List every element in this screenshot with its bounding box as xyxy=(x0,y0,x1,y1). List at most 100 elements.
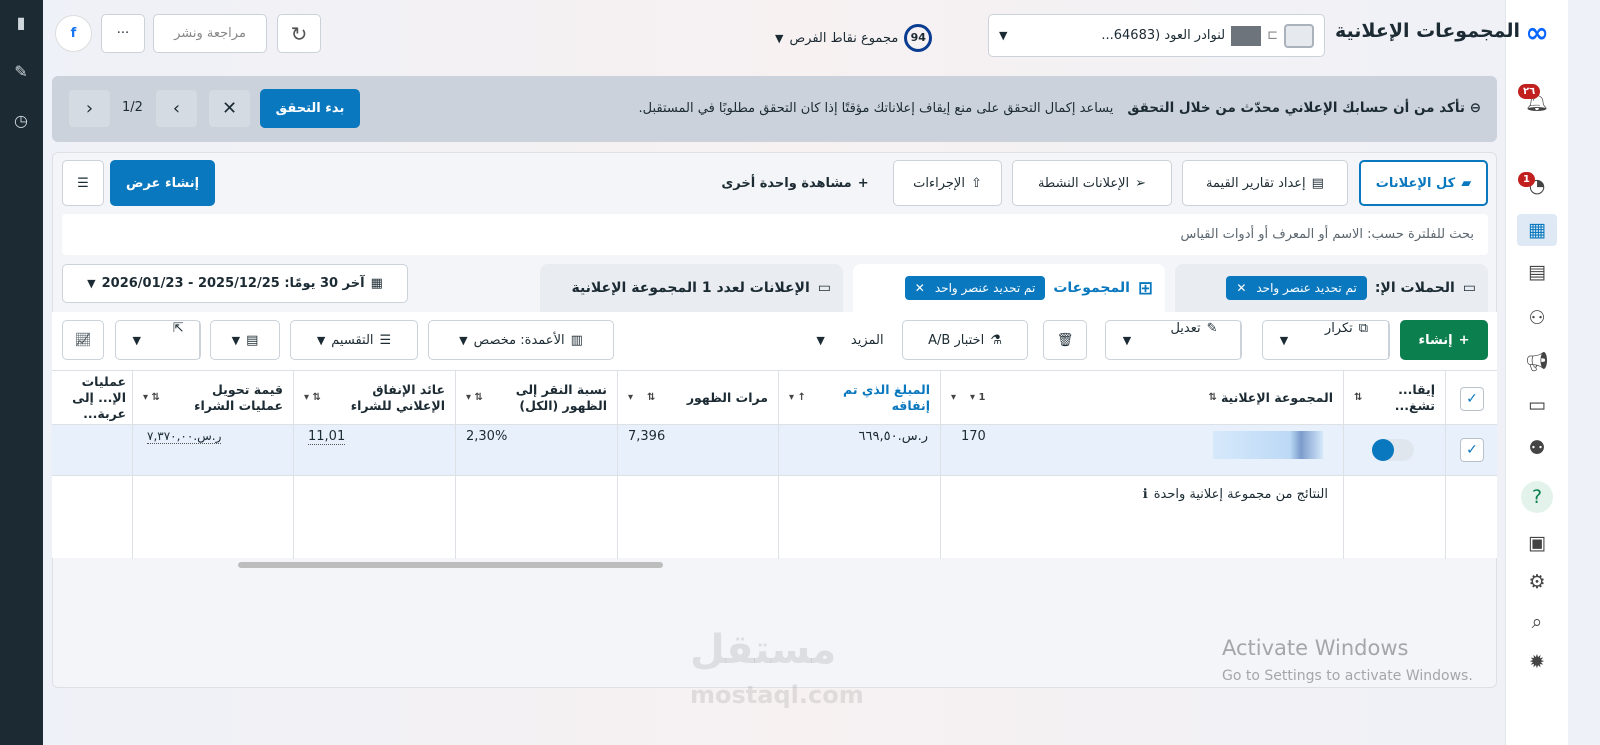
columns-button[interactable]: ▥ الأعمدة: مخصص ▼ xyxy=(428,320,614,360)
activate-windows-title: Activate Windows xyxy=(1222,636,1409,660)
close-icon[interactable]: ✕ xyxy=(915,281,925,295)
plus-icon: + xyxy=(857,175,869,191)
send-icon: ➢ xyxy=(1135,175,1147,191)
reports-button[interactable]: ▤ ▼ xyxy=(210,320,280,360)
header-label: المجموعة الإعلانية xyxy=(1220,389,1333,405)
edit-button[interactable]: ✎ تعديل ▼ xyxy=(1105,320,1242,360)
results-header[interactable]: 1 xyxy=(979,392,986,403)
header-label: إيقا... تشغ... xyxy=(1394,381,1435,413)
avatar[interactable]: f xyxy=(55,15,92,52)
chevron-down-icon: ▼ xyxy=(316,333,326,347)
header-conversion-value[interactable]: قيمة تحويل عمليات الشراء ⇅ ▾ xyxy=(133,371,293,424)
status-toggle[interactable] xyxy=(1372,439,1414,461)
charts-button[interactable]: 📈︎ xyxy=(62,320,104,360)
info-icon[interactable]: ℹ xyxy=(1143,487,1148,502)
tab-adsets[interactable]: ⊞ المجموعات تم تحديد عنصر واحد ✕ xyxy=(853,264,1165,312)
sort-icon: ↑ ▾ xyxy=(789,391,806,403)
id-card-icon[interactable]: ▣ xyxy=(1521,527,1553,559)
more-options-button[interactable]: ··· xyxy=(101,14,145,53)
tab-active-ads[interactable]: ➢ الإعلانات النشطة xyxy=(1012,160,1172,206)
network-icon[interactable]: ⚉ xyxy=(1521,432,1553,464)
selection-chip[interactable]: تم تحديد عنصر واحد ✕ xyxy=(904,276,1046,300)
settings-button[interactable]: ☰ xyxy=(62,160,104,206)
close-button[interactable]: ✕ xyxy=(208,89,251,128)
tab-campaigns[interactable]: ▭ الحملات الإ: تم تحديد عنصر واحد ✕ xyxy=(1175,264,1488,312)
people-icon[interactable]: ⚇ xyxy=(1521,302,1553,334)
delete-button[interactable]: 🗑︎ xyxy=(1043,320,1087,360)
chevron-down-icon[interactable]: ▼ xyxy=(116,334,158,347)
account-icon xyxy=(1284,23,1314,48)
credit-card-icon[interactable]: ▭ xyxy=(1521,389,1553,421)
account-selector[interactable]: ⊐ لنوادر العود (64683... ▼ xyxy=(988,14,1325,57)
breakdown-label: التقسيم xyxy=(331,332,374,348)
meta-logo-icon[interactable]: ∞ xyxy=(1521,17,1553,49)
prev-button[interactable]: ‹ xyxy=(68,89,111,128)
close-icon[interactable]: ✕ xyxy=(1236,281,1246,295)
sort-icon: ⇅ xyxy=(1208,391,1217,403)
row-checkbox[interactable]: ✓ xyxy=(1460,438,1484,462)
bug-icon[interactable]: ✹ xyxy=(1521,646,1553,678)
bar-chart-icon[interactable]: ▮ xyxy=(10,12,32,34)
folder-icon: ▰ xyxy=(1461,175,1472,191)
selection-chip[interactable]: تم تحديد عنصر واحد ✕ xyxy=(1226,276,1367,300)
score-label: مجموع نقاط الفرص xyxy=(789,30,899,46)
pencil-icon[interactable]: ✎ xyxy=(10,61,32,83)
sliders-icon: ☰ xyxy=(77,175,89,191)
breakdown-button[interactable]: ☰ التقسيم ▼ xyxy=(290,320,418,360)
clock-icon[interactable]: ◷ xyxy=(10,110,32,132)
header-impressions[interactable]: مرات الظهور ⇅ ▾ xyxy=(618,371,778,424)
megaphone-icon[interactable]: 📢︎ xyxy=(1521,346,1553,378)
search-icon[interactable]: ⌕ xyxy=(1521,606,1553,638)
create-view-button[interactable]: إنشاء عرض xyxy=(110,160,215,206)
header-add-to-cart[interactable]: عمليات الإ... إلى عربة... xyxy=(52,371,132,424)
refresh-button[interactable]: ↻ xyxy=(277,14,321,53)
pencil-icon: ✎ xyxy=(1206,321,1218,336)
tab-label: إعداد تقارير القيمة xyxy=(1206,175,1306,191)
spent-column: المبلغ الذي تم إنفاقه ↑ ▾ ر.س.٦٦٩,٥٠ xyxy=(778,371,940,559)
documents-icon[interactable]: ▤ xyxy=(1521,256,1553,288)
chevron-down-icon[interactable]: ▾ xyxy=(951,390,956,406)
gear-icon[interactable]: ⚙ xyxy=(1521,566,1553,598)
export-button[interactable]: ⇱ ▼ xyxy=(115,320,201,360)
results-cell: 170 xyxy=(961,429,986,444)
account-logo-icon: ⊐ xyxy=(1267,28,1278,43)
redacted-name[interactable] xyxy=(1213,431,1323,459)
add-view-button[interactable]: + مشاهدة واحدة أخرى xyxy=(715,160,875,206)
create-button[interactable]: + إنشاء xyxy=(1400,320,1488,360)
header-label: المبلغ الذي تم إنفاقه xyxy=(843,381,930,413)
more-button[interactable]: المزيد ▼ xyxy=(808,320,892,360)
tab-ads[interactable]: ▭ الإعلانات لعدد 1 المجموعة الإعلانية xyxy=(540,264,843,312)
chevron-down-icon: ▼ xyxy=(231,333,241,347)
tab-value-reports[interactable]: ▤ إعداد تقارير القيمة xyxy=(1182,160,1348,206)
header-status[interactable]: إيقا... تشغ... ⇅ xyxy=(1344,371,1445,424)
review-publish-button[interactable]: مراجعة ونشر xyxy=(153,14,267,53)
plus-icon: + xyxy=(1458,332,1470,348)
account-name: لنوادر العود (64683... xyxy=(1101,28,1226,43)
help-icon[interactable]: ? xyxy=(1521,481,1553,513)
roas-cell[interactable]: 11,01 xyxy=(308,429,346,445)
verification-banner: ⊖ تأكد من أن حسابك الإعلاني محدّث من خلا… xyxy=(52,76,1497,142)
next-button[interactable]: › xyxy=(155,89,198,128)
table-icon[interactable]: ▦ xyxy=(1517,214,1557,246)
gauge-badge: 1 xyxy=(1518,172,1535,187)
tab-actions[interactable]: ⇧ الإجراءات xyxy=(893,160,1002,206)
tab-all-ads[interactable]: ▰ كل الإعلانات xyxy=(1359,160,1488,206)
header-ctr[interactable]: نسبة النقر إلى الظهور (الكل) ⇅ ▾ xyxy=(456,371,617,424)
opportunity-score[interactable]: 94 مجموع نقاط الفرص ▼ xyxy=(775,24,933,52)
header-spent[interactable]: المبلغ الذي تم إنفاقه ↑ ▾ xyxy=(779,371,940,424)
start-verification-button[interactable]: بدء التحقق xyxy=(260,89,360,128)
minus-circle-icon: ⊖ xyxy=(1469,100,1481,116)
select-all-checkbox[interactable]: ✓ xyxy=(1460,387,1484,411)
conversion-value-cell[interactable]: ر.س.٧,٣٧٠,٠٠ xyxy=(147,429,222,444)
chevron-down-icon[interactable]: ▼ xyxy=(1106,334,1148,347)
header-name[interactable]: المجموعة الإعلانية ⇅ 1 ▾ ▾ xyxy=(941,371,1343,424)
header-roas[interactable]: عائد الإنفاق الإعلاني للشراء ⇅ ▾ xyxy=(294,371,455,424)
duplicate-button[interactable]: ⧉ تكرار ▼ xyxy=(1262,320,1390,360)
search-input[interactable]: بحث للفلترة حسب: الاسم أو المعرف أو أدوا… xyxy=(62,214,1488,255)
ab-test-button[interactable]: ⚗ اختبار A/B xyxy=(902,320,1028,360)
header-label: عمليات الإ... إلى عربة... xyxy=(72,373,126,421)
horizontal-scrollbar[interactable] xyxy=(238,562,663,568)
report-icon: ▤ xyxy=(1311,175,1324,191)
date-range-picker[interactable]: ▦ آخر 30 يومًا: 2025/12/25 - 2026/01/23 ▼ xyxy=(62,264,408,303)
chevron-down-icon[interactable]: ▼ xyxy=(1263,334,1305,347)
